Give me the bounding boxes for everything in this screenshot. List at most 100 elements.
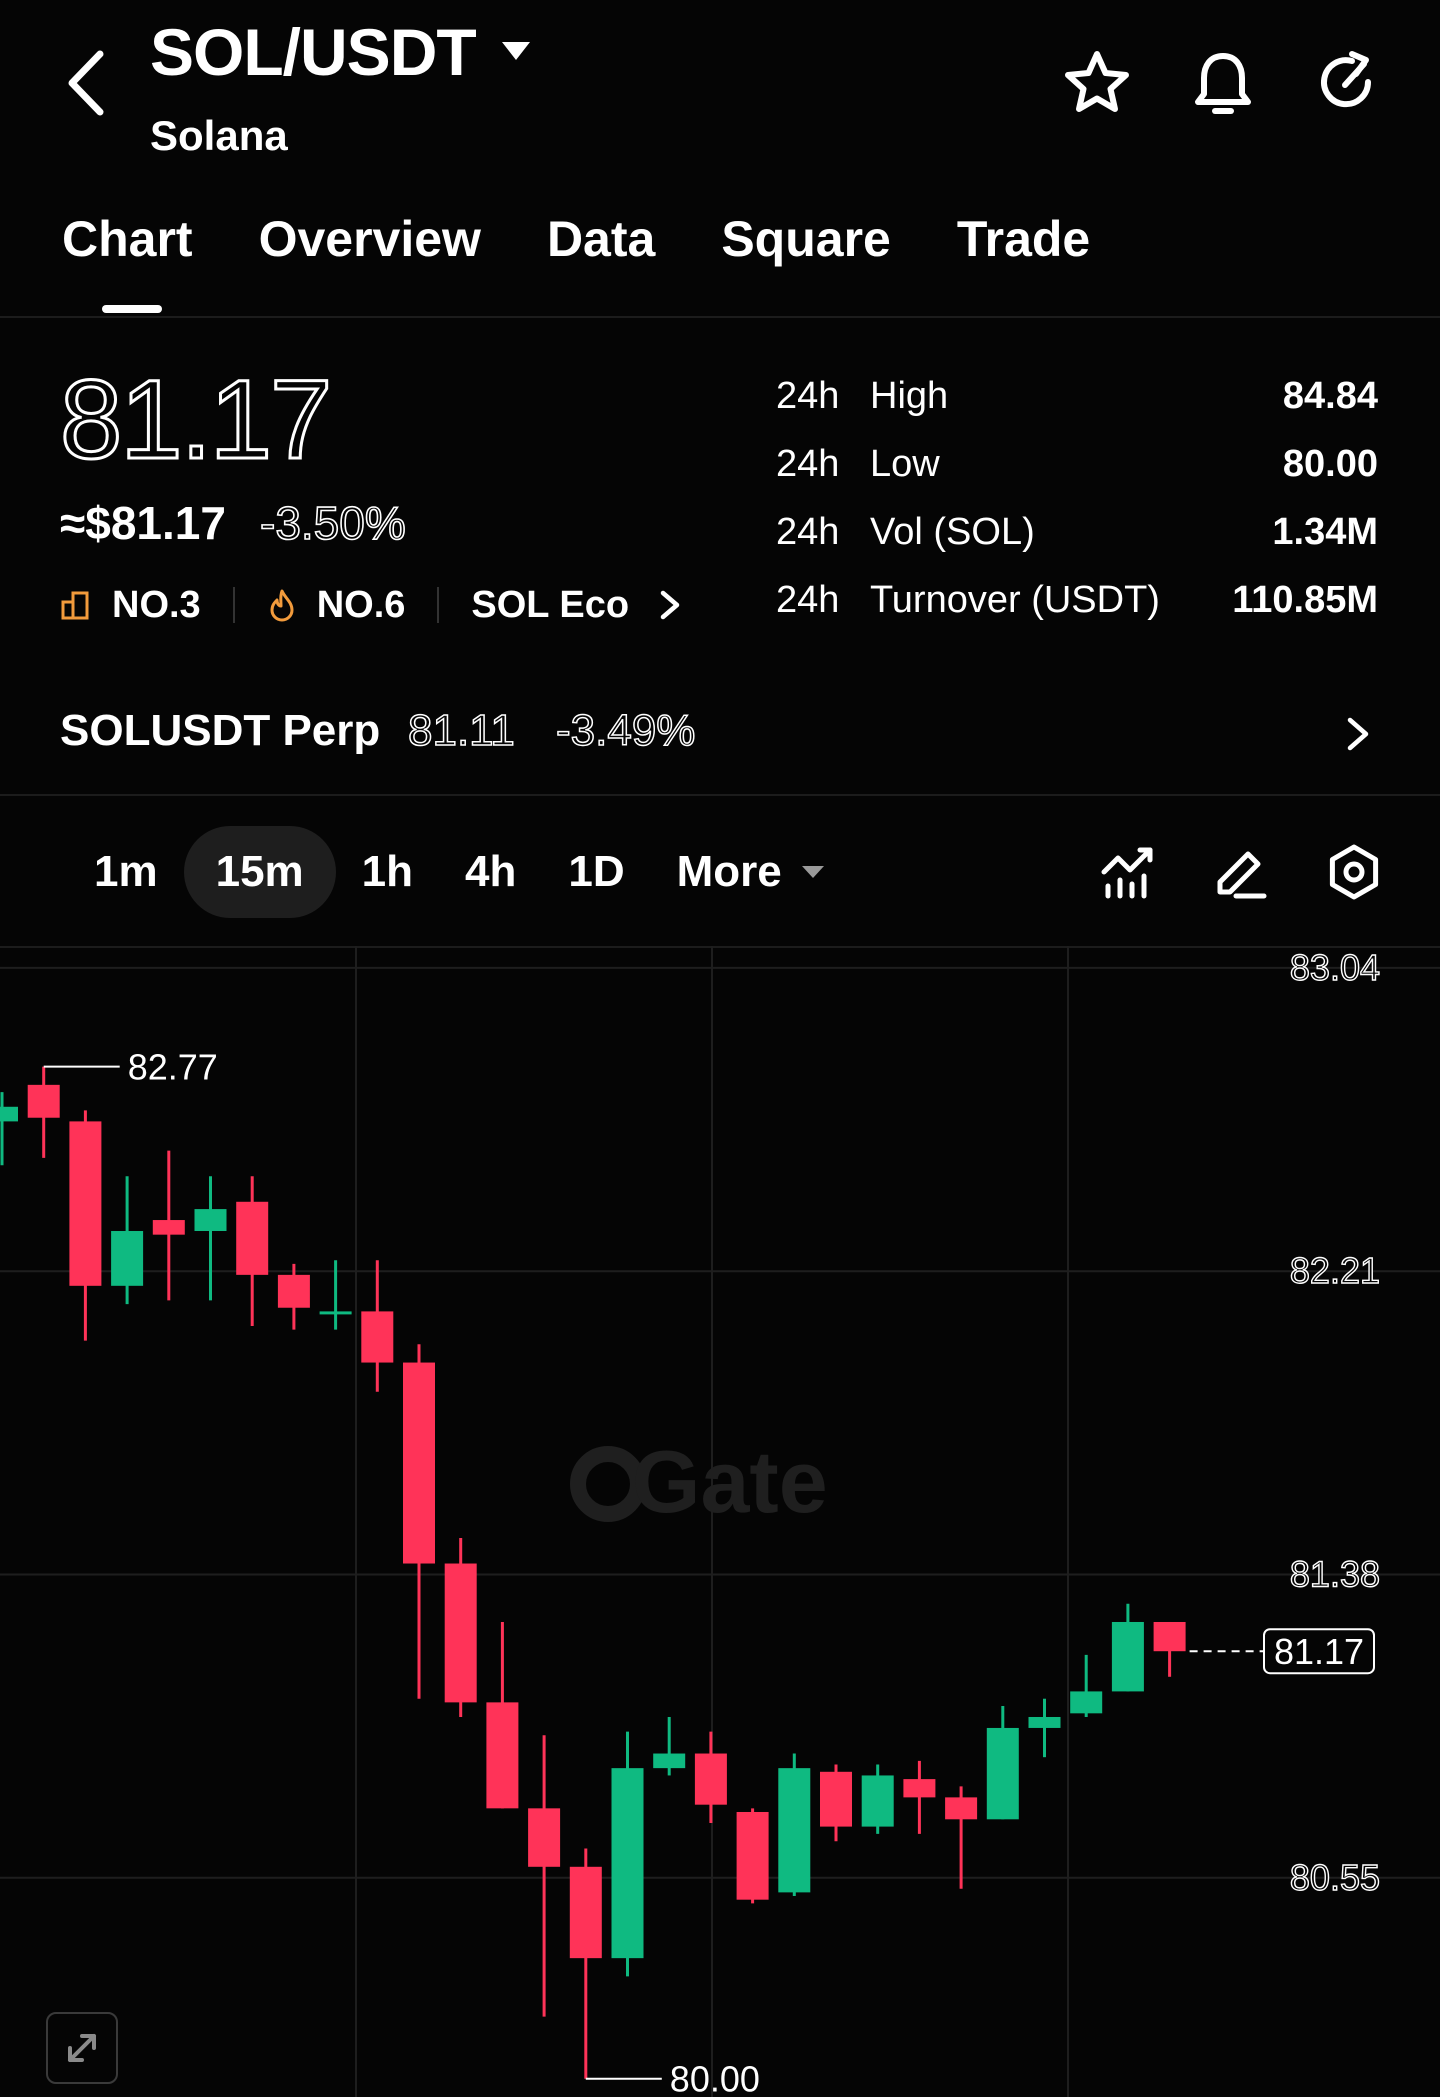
stat-value: 1.34M bbox=[1272, 510, 1378, 553]
candle-body bbox=[736, 1811, 769, 1900]
stat-row-turnover: 24h Turnover (USDT) 110.85M bbox=[776, 566, 1378, 634]
candle-body bbox=[0, 1106, 18, 1122]
active-tab-indicator bbox=[102, 305, 162, 313]
timeframe-1d[interactable]: 1D bbox=[542, 826, 650, 918]
share-icon[interactable] bbox=[1312, 48, 1382, 118]
candle-body bbox=[945, 1797, 978, 1820]
flame-icon bbox=[270, 589, 294, 622]
candle-body bbox=[111, 1231, 144, 1286]
more-timeframes-button[interactable]: More bbox=[651, 826, 852, 918]
low-price-label: 80.00 bbox=[670, 2059, 760, 2097]
y-axis-label: 80.55 bbox=[1290, 1857, 1380, 1898]
more-label: More bbox=[676, 847, 782, 896]
timeframe-1m[interactable]: 1m bbox=[68, 826, 184, 918]
last-price: 81.17 bbox=[58, 356, 333, 484]
indicator-icon[interactable] bbox=[1098, 842, 1158, 902]
tag-separator bbox=[437, 587, 440, 623]
stat-period: 24h bbox=[776, 374, 840, 417]
candle-body bbox=[403, 1362, 435, 1564]
stat-label: Low bbox=[870, 442, 940, 485]
y-axis-label: 81.38 bbox=[1290, 1553, 1380, 1594]
timeframe-4h[interactable]: 4h bbox=[439, 826, 542, 918]
tab-chart[interactable]: Chart bbox=[62, 210, 193, 268]
sol-eco-label: SOL Eco bbox=[471, 583, 630, 626]
stat-label: Vol (SOL) bbox=[870, 510, 1035, 553]
back-arrow-icon[interactable] bbox=[60, 46, 116, 120]
draw-icon[interactable] bbox=[1210, 842, 1270, 902]
pair-title[interactable]: SOL/USDT bbox=[150, 14, 477, 90]
hot-rank-tag[interactable]: NO.6 bbox=[267, 583, 406, 627]
market-rank-value: NO.3 bbox=[112, 583, 201, 626]
stat-label: Turnover (USDT) bbox=[870, 578, 1160, 621]
tab-trade[interactable]: Trade bbox=[957, 210, 1090, 268]
tab-square[interactable]: Square bbox=[721, 210, 891, 268]
star-icon[interactable] bbox=[1062, 48, 1132, 118]
expand-icon bbox=[68, 2034, 96, 2062]
stat-value: 80.00 bbox=[1282, 442, 1378, 485]
candle-body bbox=[1111, 1621, 1144, 1692]
candle-body bbox=[903, 1779, 936, 1798]
high-price-label: 82.77 bbox=[128, 1047, 218, 1088]
tabs-divider bbox=[0, 316, 1440, 318]
candle-body bbox=[236, 1201, 269, 1275]
candle-body bbox=[569, 1866, 602, 1959]
candle-body bbox=[653, 1753, 686, 1769]
y-axis-labels: 83.04 82.21 81.38 80.55 bbox=[1289, 946, 1380, 1898]
stat-row-volume: 24h Vol (SOL) 1.34M bbox=[776, 498, 1378, 566]
candle-body bbox=[486, 1702, 519, 1809]
watermark: Gate bbox=[570, 1432, 828, 1531]
candle-body bbox=[1070, 1691, 1103, 1714]
tag-separator bbox=[232, 587, 235, 623]
candle-body bbox=[27, 1084, 60, 1118]
candle-body bbox=[319, 1311, 352, 1315]
expand-chart-button[interactable] bbox=[46, 2012, 118, 2084]
candle-body bbox=[444, 1563, 477, 1703]
perp-divider bbox=[0, 794, 1440, 796]
hot-rank-value: NO.6 bbox=[316, 583, 406, 626]
chevron-right-icon[interactable] bbox=[1340, 712, 1376, 756]
watermark-logo-icon bbox=[570, 1446, 646, 1522]
pair-name: Solana bbox=[150, 112, 288, 159]
stat-value: 84.84 bbox=[1282, 374, 1378, 417]
candle-body bbox=[194, 1209, 227, 1232]
candle-body bbox=[361, 1311, 394, 1363]
candle-body bbox=[611, 1768, 644, 1959]
main-tabs: Chart Overview Data Square Trade bbox=[62, 210, 1090, 268]
stat-row-high: 24h High 84.84 bbox=[776, 362, 1378, 430]
current-price-label: 81.17 bbox=[1274, 1631, 1364, 1672]
candle-body bbox=[528, 1808, 561, 1867]
market-rank-tag[interactable]: NO.3 bbox=[60, 584, 201, 627]
candle-body bbox=[820, 1771, 852, 1827]
rank-bar-icon bbox=[61, 591, 89, 620]
candle-body bbox=[69, 1121, 102, 1286]
y-axis-label: 82.21 bbox=[1290, 1250, 1380, 1291]
settings-icon[interactable] bbox=[1324, 842, 1384, 902]
chevron-right-icon bbox=[660, 590, 680, 620]
candle-body bbox=[1028, 1716, 1061, 1728]
bell-icon[interactable] bbox=[1188, 48, 1258, 118]
tab-overview[interactable]: Overview bbox=[259, 210, 481, 268]
stat-label: High bbox=[870, 374, 949, 417]
perp-price: 81.11 bbox=[407, 705, 515, 756]
candle-body bbox=[277, 1274, 310, 1308]
candle-body bbox=[152, 1220, 185, 1235]
perp-name[interactable]: SOLUSDT Perp bbox=[60, 706, 380, 756]
timeframe-15m[interactable]: 15m bbox=[183, 826, 336, 918]
stat-period: 24h bbox=[776, 442, 840, 485]
usd-price: ≈$81.17 bbox=[60, 497, 226, 549]
caret-down-icon bbox=[801, 866, 824, 878]
tab-data[interactable]: Data bbox=[547, 210, 655, 268]
candlestick-chart[interactable]: Gate 83.04 82.21 81.38 80.55 82.77 80.00 81.1… bbox=[0, 946, 1440, 2097]
price-change-percent: -3.50% bbox=[259, 496, 406, 550]
watermark-text: Gate bbox=[632, 1432, 828, 1531]
stat-period: 24h bbox=[776, 578, 840, 621]
timeframe-1h[interactable]: 1h bbox=[336, 826, 439, 918]
caret-down-icon[interactable] bbox=[498, 36, 534, 66]
stat-row-low: 24h Low 80.00 bbox=[776, 430, 1378, 498]
24h-stats: 24h High 84.84 24h Low 80.00 24h Vol (SO… bbox=[776, 362, 1378, 634]
candle-body bbox=[861, 1775, 894, 1827]
sol-eco-link[interactable]: SOL Eco bbox=[471, 584, 685, 627]
stat-value: 110.85M bbox=[1232, 578, 1378, 621]
stat-period: 24h bbox=[776, 510, 840, 553]
